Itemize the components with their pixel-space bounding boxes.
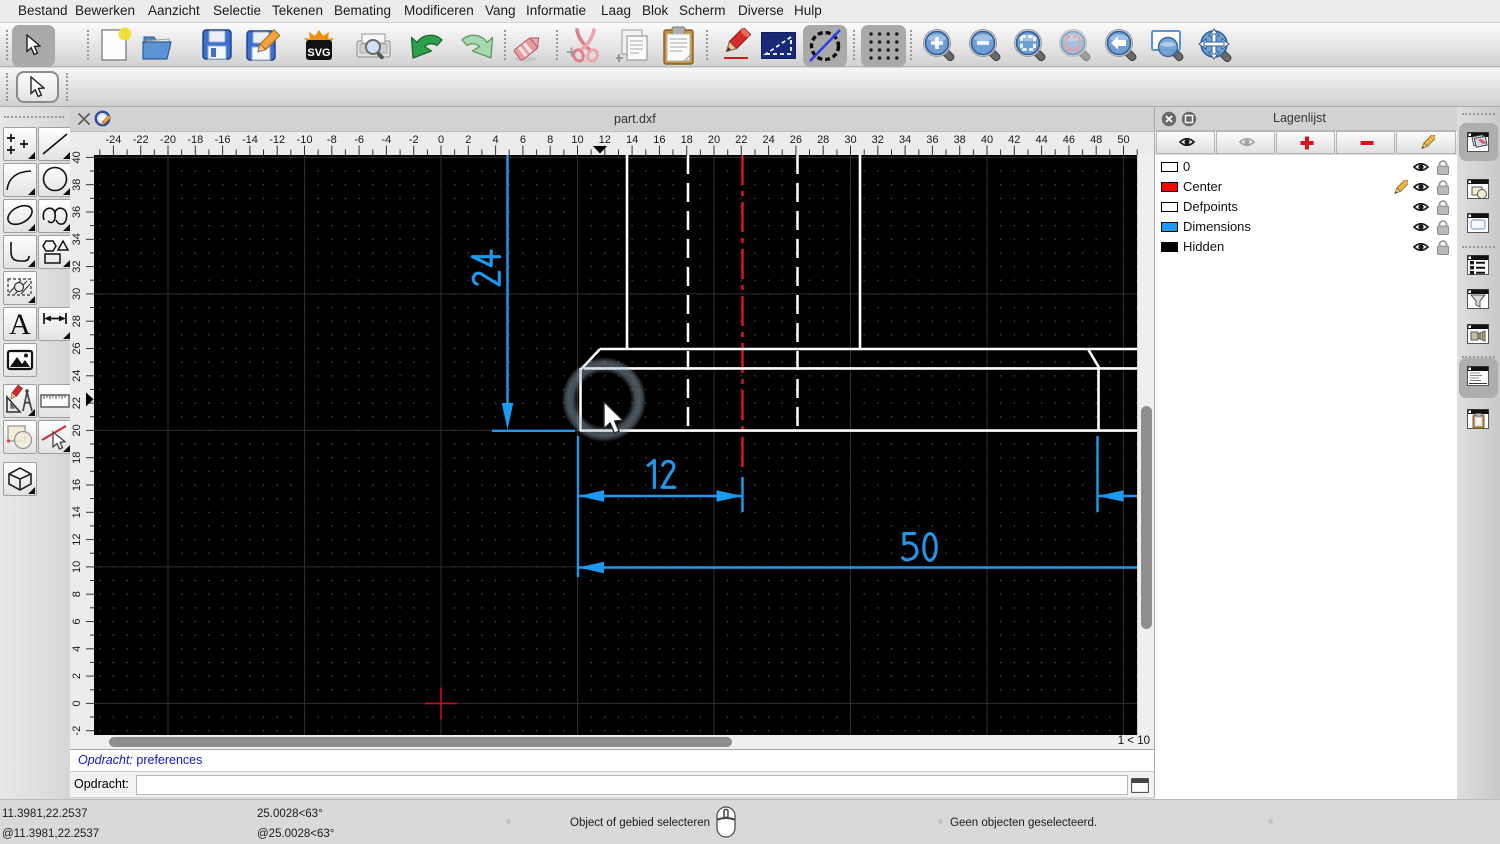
svg-text:38: 38 xyxy=(71,179,83,191)
svg-text:-24: -24 xyxy=(105,134,121,146)
svg-text:-16: -16 xyxy=(215,134,231,146)
svg-text:-2: -2 xyxy=(71,726,83,735)
svg-text:10: 10 xyxy=(71,561,83,573)
svg-text:32: 32 xyxy=(872,134,884,146)
svg-text:10: 10 xyxy=(571,134,583,146)
svg-text:22: 22 xyxy=(71,397,83,409)
svg-text:-14: -14 xyxy=(242,134,258,146)
svg-text:2: 2 xyxy=(465,134,471,146)
svg-text:28: 28 xyxy=(817,134,829,146)
svg-text:SVG: SVG xyxy=(307,47,330,59)
svg-text:-4: -4 xyxy=(382,134,392,146)
svg-text:0: 0 xyxy=(71,700,83,706)
svg-text:20: 20 xyxy=(708,134,720,146)
svg-text:26: 26 xyxy=(71,342,83,354)
svg-text:-20: -20 xyxy=(160,134,176,146)
svg-text:20: 20 xyxy=(71,424,83,436)
svg-text:2: 2 xyxy=(71,673,83,679)
svg-text:12: 12 xyxy=(599,134,611,146)
svg-text:24: 24 xyxy=(762,134,774,146)
svg-text:-12: -12 xyxy=(269,134,285,146)
svg-text:34: 34 xyxy=(71,233,83,245)
svg-text:16: 16 xyxy=(71,479,83,491)
svg-text:30: 30 xyxy=(844,134,856,146)
svg-text:36: 36 xyxy=(71,206,83,218)
svg-text:44: 44 xyxy=(1035,134,1047,146)
svg-text:22: 22 xyxy=(735,134,747,146)
svg-text:16: 16 xyxy=(653,134,665,146)
svg-text:36: 36 xyxy=(926,134,938,146)
svg-text:28: 28 xyxy=(71,315,83,327)
svg-text:40: 40 xyxy=(71,151,83,163)
svg-text:0: 0 xyxy=(438,134,444,146)
svg-text:6: 6 xyxy=(71,618,83,624)
svg-text:42: 42 xyxy=(1008,134,1020,146)
svg-text:12: 12 xyxy=(71,533,83,545)
svg-text:-8: -8 xyxy=(327,134,337,146)
svg-text:14: 14 xyxy=(626,134,638,146)
svg-text:46: 46 xyxy=(1063,134,1075,146)
svg-text:34: 34 xyxy=(899,134,911,146)
svg-text:8: 8 xyxy=(71,591,83,597)
svg-text:-2: -2 xyxy=(409,134,419,146)
svg-text:-18: -18 xyxy=(187,134,203,146)
svg-text:18: 18 xyxy=(681,134,693,146)
svg-text:48: 48 xyxy=(1090,134,1102,146)
svg-text:6: 6 xyxy=(520,134,526,146)
svg-text:50: 50 xyxy=(1117,134,1129,146)
svg-text:4: 4 xyxy=(493,134,499,146)
svg-text:32: 32 xyxy=(71,260,83,272)
svg-text:8: 8 xyxy=(547,134,553,146)
svg-text:14: 14 xyxy=(71,506,83,518)
svg-text:-10: -10 xyxy=(297,134,313,146)
svg-text:18: 18 xyxy=(71,452,83,464)
svg-text:24: 24 xyxy=(71,370,83,382)
svg-text:A: A xyxy=(9,308,31,341)
svg-text:38: 38 xyxy=(954,134,966,146)
svg-text:30: 30 xyxy=(71,288,83,300)
svg-text:40: 40 xyxy=(981,134,993,146)
svg-text:26: 26 xyxy=(790,134,802,146)
svg-text:-6: -6 xyxy=(354,134,364,146)
svg-text:-22: -22 xyxy=(133,134,149,146)
svg-text:4: 4 xyxy=(71,646,83,652)
